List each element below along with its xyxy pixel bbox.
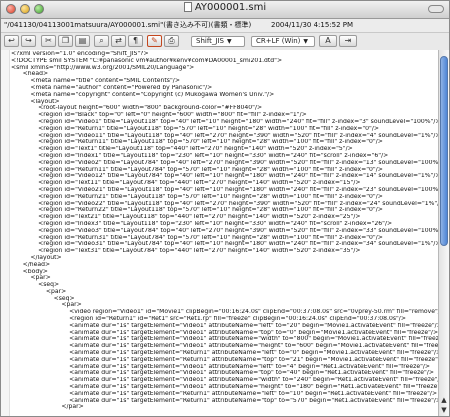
- jump-icon[interactable]: ¶: [128, 35, 143, 47]
- code-line[interactable]: <?xml version="1.0" encoding="Shift_JIS"…: [11, 51, 438, 58]
- code-line[interactable]: <layout>: [11, 99, 438, 106]
- code-line[interactable]: <par>: [11, 289, 438, 296]
- code-line[interactable]: <region id="Text1" title="Layout118" top…: [11, 146, 438, 153]
- find-icon[interactable]: ⌕: [94, 35, 109, 47]
- toolbar-toggle-button[interactable]: [428, 5, 444, 13]
- code-line[interactable]: <meta name="title" content="SMIL Content…: [11, 78, 438, 85]
- code-line[interactable]: <region id="Index3" title="Layout118" to…: [11, 221, 438, 228]
- code-line[interactable]: <animate dur="1s" targetElement="Return1…: [11, 357, 438, 364]
- editor-gutter: [1, 50, 10, 416]
- file-info-bar: "/041130/04113001matsuura/AY000001.smi"(…: [1, 19, 449, 33]
- chevron-down-icon: ▼: [226, 38, 232, 45]
- code-line[interactable]: <meta name="copyright" content="Copyrigh…: [11, 92, 438, 99]
- file-path: "/041130/04113001matsuura/AY000001.smi"(…: [4, 21, 252, 29]
- scroll-down-icon[interactable]: ▼: [440, 406, 448, 414]
- text-editor[interactable]: <?xml version="1.0" encoding="Shift_JIS"…: [1, 50, 438, 416]
- code-line[interactable]: <region id="Video3" title="Layout784" to…: [11, 228, 438, 235]
- lock-icon[interactable]: ✎: [147, 35, 162, 47]
- code-line[interactable]: <region id="Video12" title="Layout784" t…: [11, 173, 438, 180]
- code-line[interactable]: <animate dur="1s" targetElement="Return1…: [11, 350, 438, 357]
- code-line[interactable]: <region id="Return22" title="Layout118" …: [11, 207, 438, 214]
- line-ending-value: CR+LF (Win): [256, 37, 301, 45]
- code-line[interactable]: <par>: [11, 302, 438, 309]
- code-line[interactable]: <animate dur="1s" targetElement="Return1…: [11, 398, 438, 405]
- code-line[interactable]: <region id="Video1" title="Layout118" to…: [11, 119, 438, 126]
- code-line[interactable]: <root-layout height="600" width="800" ba…: [11, 105, 438, 112]
- code-line[interactable]: <body>: [11, 269, 438, 276]
- toolbar: ↩ ↪ ✂ ❐ ▤ ⌕ ⇄ ¶ ✎ ⎙ Shift_JIS ▼ CR+LF (Wi…: [1, 33, 449, 51]
- code-line[interactable]: <head>: [11, 71, 438, 78]
- code-line[interactable]: <region id="Video31" title="Layout784" t…: [11, 241, 438, 248]
- code-line[interactable]: <region id="Return1" id="Ret1" src="Ret1…: [11, 316, 438, 323]
- code-line[interactable]: <animate dur="1s" targetElement="Video1"…: [11, 384, 438, 391]
- code-line[interactable]: <video region="Video1" id="Movie1" clipB…: [11, 309, 438, 316]
- code-line[interactable]: <region id="Return31" title="Layout784" …: [11, 235, 438, 242]
- code-line[interactable]: <par>: [11, 275, 438, 282]
- scroll-up-icon[interactable]: ▲: [440, 396, 448, 404]
- code-line[interactable]: <animate dur="1s" targetElement="Video1"…: [11, 336, 438, 343]
- code-line[interactable]: <animate dur="1s" targetElement="Video1"…: [11, 370, 438, 377]
- copy-icon[interactable]: ❐: [58, 35, 73, 47]
- code-line[interactable]: <animate dur="1s" targetElement="Video1"…: [11, 377, 438, 384]
- code-area[interactable]: <?xml version="1.0" encoding="Shift_JIS"…: [11, 51, 438, 411]
- code-line[interactable]: <animate dur="1s" targetElement="Return1…: [11, 391, 438, 398]
- code-line[interactable]: <region id="Black" top="0" left="0" heig…: [11, 112, 438, 119]
- code-line[interactable]: <meta name="author" content="Powered by …: [11, 85, 438, 92]
- code-line[interactable]: <animate dur="1s" targetElement="Video1"…: [11, 343, 438, 350]
- code-line[interactable]: </layout>: [11, 255, 438, 262]
- code-line[interactable]: <region id="Return11" title="Layout118" …: [11, 139, 438, 146]
- code-line[interactable]: <animate dur="1s" targetElement="Video1"…: [11, 330, 438, 337]
- code-line[interactable]: <region id="Video21" title="Layout118" t…: [11, 187, 438, 194]
- code-line[interactable]: <region id="Return11" title="Layout784" …: [11, 167, 438, 174]
- code-line[interactable]: <region id="Return21" title="Layout118" …: [11, 194, 438, 201]
- code-line[interactable]: <region id="Return1" title="Layout118" t…: [11, 126, 438, 133]
- file-timestamp: 2004/11/30 4:15:52 PM: [271, 21, 354, 29]
- code-line[interactable]: </par>: [11, 404, 438, 411]
- code-line[interactable]: <seq>: [11, 296, 438, 303]
- code-line[interactable]: <region id="Video22" title="Layout118" t…: [11, 201, 438, 208]
- code-line[interactable]: <region id="Index1" title="Layout118" to…: [11, 153, 438, 160]
- scrollbar-thumb[interactable]: [440, 56, 448, 246]
- back-icon[interactable]: ↩: [4, 35, 19, 47]
- editor-window: AY000001.smi "/041130/04113001matsuura/A…: [0, 0, 450, 417]
- code-line[interactable]: <region id="Video11" title="Layout118" t…: [11, 133, 438, 140]
- line-ending-select[interactable]: CR+LF (Win) ▼: [251, 36, 315, 47]
- text-size-icon[interactable]: A: [319, 35, 337, 47]
- code-line[interactable]: <region id="Text21" title="Layout118" to…: [11, 214, 438, 221]
- tab-width-icon[interactable]: ⇥: [339, 35, 357, 47]
- document-icon: [183, 2, 192, 12]
- code-line[interactable]: </head>: [11, 262, 438, 269]
- window-title: AY000001.smi: [1, 2, 449, 13]
- encoding-select[interactable]: Shift_JIS ▼: [191, 36, 245, 47]
- cut-icon[interactable]: ✂: [41, 35, 56, 47]
- code-line[interactable]: <seq>: [11, 282, 438, 289]
- title-bar[interactable]: AY000001.smi: [1, 1, 449, 19]
- code-line[interactable]: <region id="Text31" title="Layout784" to…: [11, 248, 438, 255]
- code-line[interactable]: <animate dur="1s" targetElement="Video1"…: [11, 364, 438, 371]
- paste-icon[interactable]: ▤: [75, 35, 90, 47]
- vertical-scrollbar[interactable]: ▲ ▼: [438, 50, 449, 416]
- chevron-down-icon: ▼: [303, 38, 309, 45]
- code-line[interactable]: <!DOCTYPE smil SYSTEM "C:¥panasonic vm¥a…: [11, 58, 438, 65]
- encoding-value: Shift_JIS: [196, 37, 224, 45]
- print-icon[interactable]: ⎙: [164, 35, 179, 47]
- code-line[interactable]: <smil xmlns="http://www.w3.org/2001/SMIL…: [11, 65, 438, 72]
- code-line[interactable]: <animate dur="1s" targetElement="Video1"…: [11, 323, 438, 330]
- replace-icon[interactable]: ⇄: [111, 35, 126, 47]
- code-line[interactable]: <region id="Text11" title="Layout784" to…: [11, 180, 438, 187]
- window-title-text: AY000001.smi: [194, 2, 267, 13]
- code-line[interactable]: <region id="Video2" title="Layout784" to…: [11, 160, 438, 167]
- forward-icon[interactable]: ↪: [21, 35, 36, 47]
